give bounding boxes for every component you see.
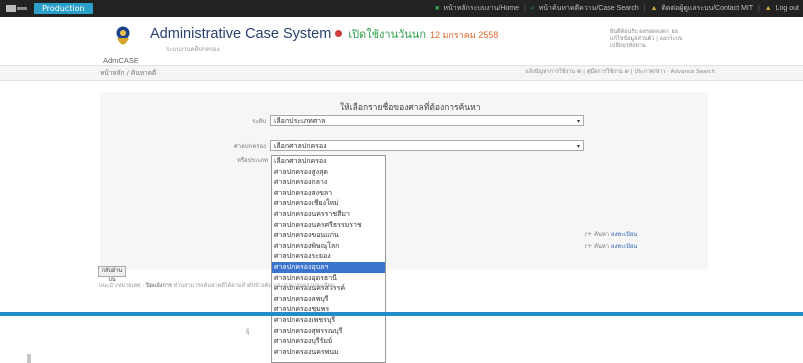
dropdown-option[interactable]: ศาลปกครองขอนแก่น	[272, 230, 385, 241]
chevron-down-icon: ▾	[576, 118, 580, 125]
status-dot-icon	[335, 30, 343, 37]
dropdown-option[interactable]: ศาลปกครองนครศรีธรรมราช	[272, 220, 385, 231]
dropdown-option[interactable]: เลือกศาลปกครอง	[272, 156, 385, 167]
court-level-select[interactable]: เลือกประเภทศาล ▾	[270, 115, 584, 126]
court-dropdown-list[interactable]: เลือกศาลปกครอง ศาลปกครองสูงสุด ศาลปกครอง…	[271, 155, 386, 363]
home-link[interactable]: หน้าหลักระบบงาน/Home	[443, 5, 519, 12]
home-icon: ■	[435, 5, 440, 12]
contact-link[interactable]: ติดต่อผู้ดูแลระบบ/Contact MIT	[661, 5, 753, 12]
court-level-value: เลือกประเภทศาล	[274, 117, 326, 125]
type-label: หรือประเภท	[237, 157, 268, 164]
court-label: ศาลปกครอง	[233, 143, 266, 150]
dropdown-option[interactable]: ศาลปกครองสงขลา	[272, 188, 385, 199]
footer-divider	[0, 312, 803, 316]
side-note-link[interactable]: ลงทะเบียน	[611, 244, 637, 250]
logo-icon	[6, 5, 27, 12]
profile-link[interactable]: แก้ไขข้อมูลส่วนตัว | ออกระบบ	[610, 36, 700, 43]
hint-bold: ปิดแจ้งการ	[145, 283, 172, 289]
breadcrumb: หน้าหลัก / ค้นหาคดี แจ้งปัญหาการใช้งาน ⊕…	[0, 65, 803, 81]
logout-link[interactable]: Log out	[776, 5, 799, 12]
contact-icon: ▲	[650, 5, 658, 12]
dropdown-option[interactable]: ศาลปกครองนครราชสีมา	[272, 209, 385, 220]
side-note-link[interactable]: ลงทะเบียน	[611, 232, 637, 238]
form-title: ให้เลือกรายชื่อของศาลที่ต้องการค้นหา	[340, 103, 481, 113]
dropdown-option[interactable]: ศาลปกครองสูงสุด	[272, 167, 385, 178]
open-status-label: เปิดใช้งานวันนก	[348, 29, 426, 41]
dropdown-option[interactable]: ศาลปกครองสุพรรณบุรี	[272, 326, 385, 337]
change-password-link[interactable]: เปลี่ยนรหัสผ่าน	[610, 43, 700, 50]
dropdown-option[interactable]: ศาลปกครองลพบุรี	[272, 294, 385, 305]
emblem-icon	[116, 26, 130, 45]
logout-icon: ▲	[764, 5, 772, 12]
side-note-1: r+ ค้นหา ลงทะเบียน	[585, 229, 637, 239]
footer-mark	[27, 354, 31, 363]
breadcrumb-path[interactable]: หน้าหลัก / ค้นหาคดี	[100, 68, 156, 78]
help-links[interactable]: แจ้งปัญหาการใช้งาน ⊕ | คู่มือการใช้งาน ⊕…	[525, 68, 715, 76]
hint-rest: ท่านสามารถค้นหาคดีได้ตามลำดับข้างต้น และ…	[173, 283, 335, 289]
hint-text: แนะนำ/หมายเหตุ : ปิดแจ้งการ ท่านสามารถค้…	[99, 282, 334, 290]
dropdown-option[interactable]: ศาลปกครองเพชรบุรี	[272, 315, 385, 326]
court-select-value: เลือกศาลปกครอง	[274, 142, 327, 150]
dropdown-option[interactable]: ศาลปกครองเชียงใหม่	[272, 198, 385, 209]
dropdown-option[interactable]: ศาลปกครองกลาง	[272, 177, 385, 188]
hint-prefix: แนะนำ/หมายเหตุ :	[99, 283, 145, 289]
app-title: Administrative Case System	[150, 26, 332, 42]
side-note-text: r+ ค้นหา	[585, 232, 609, 238]
chevron-down-icon: ▾	[576, 143, 580, 150]
dropdown-option[interactable]: ศาลปกครองบุรีรัมย์	[272, 336, 385, 347]
user-panel: ยินดีต้อนรับ ผลรอดลงดก_ยอ แก้ไขข้อมูลส่ว…	[610, 29, 700, 50]
app-title-row: Administrative Case System เปิดใช้งานวันน…	[150, 25, 498, 43]
top-bar: Production ■ หน้าหลักระบบงาน/Home | ⌕ หน…	[0, 0, 803, 17]
top-nav-links: ■ หน้าหลักระบบงาน/Home | ⌕ หน้าค้นหาคดีค…	[435, 5, 799, 12]
side-note-text: r+ ค้นหา	[585, 244, 609, 250]
open-date: 12 มกราคม 2558	[429, 30, 499, 40]
case-search-link[interactable]: หน้าค้นหาคดีความ/Case Search	[539, 5, 639, 12]
court-level-label: ระดับ	[251, 118, 266, 125]
search-icon: ⌕	[530, 5, 535, 12]
back-to-top-button[interactable]: กลับด้านบน	[98, 266, 126, 283]
app-subtitle: ระบบงานคดีปกครอง	[166, 46, 220, 53]
court-select[interactable]: เลือกศาลปกครอง ▾	[270, 140, 584, 151]
footer-label: ผู้	[246, 328, 250, 335]
dropdown-option[interactable]: ศาลปกครองพิษณุโลก	[272, 241, 385, 252]
dropdown-option-selected[interactable]: ศาลปกครองอุบลฯ	[272, 261, 385, 273]
dropdown-option[interactable]: ศาลปกครองระยอง	[272, 251, 385, 262]
dropdown-option[interactable]: ศาลปกครองนครพนม	[272, 347, 385, 358]
environment-badge[interactable]: Production	[34, 3, 93, 14]
welcome-text: ยินดีต้อนรับ ผลรอดลงดก_ยอ	[610, 29, 679, 35]
site-header: Administrative Case System เปิดใช้งานวันน…	[0, 17, 803, 65]
app-code: AdmCASE	[103, 56, 139, 65]
side-note-2: r+ ค้นหา ลงทะเบียน	[585, 241, 637, 251]
